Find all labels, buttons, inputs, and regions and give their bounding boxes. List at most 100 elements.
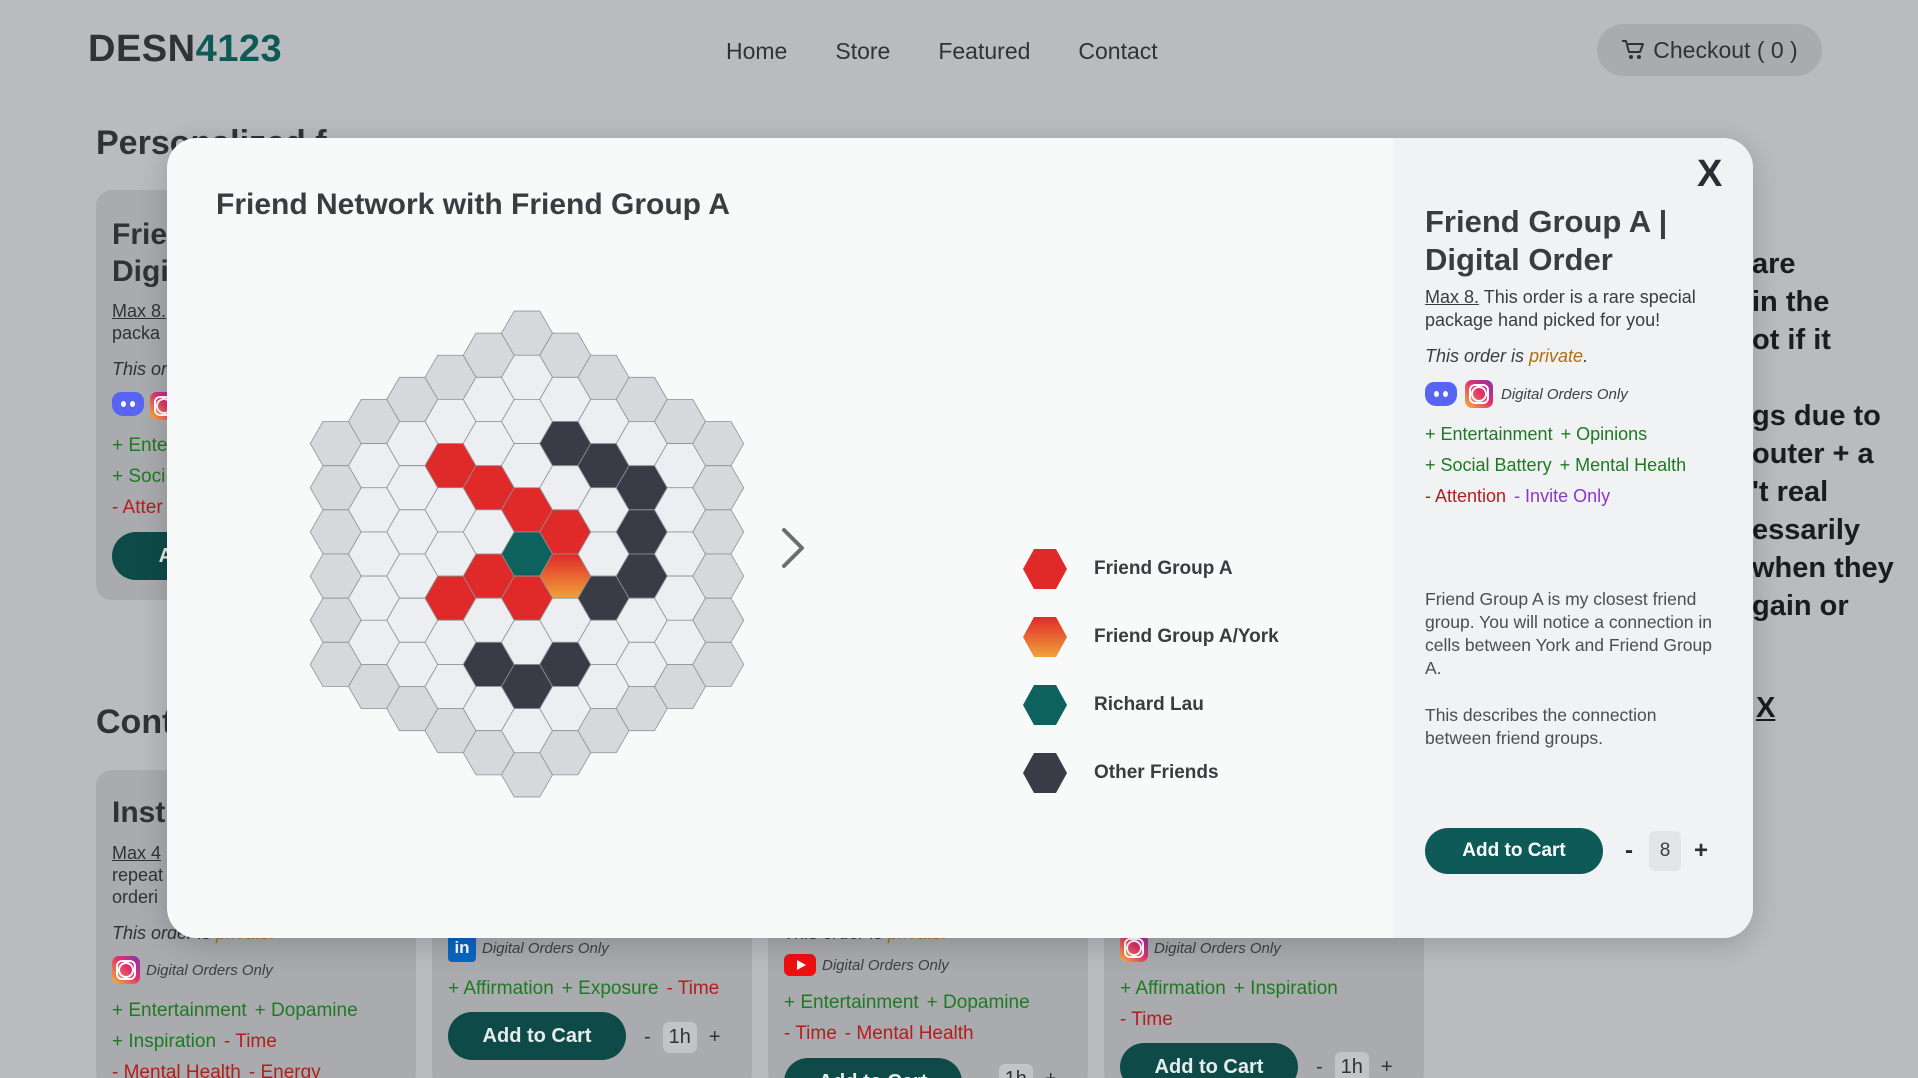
legend-item: Friend Group A — [1022, 548, 1322, 590]
nav-link-home[interactable]: Home — [726, 38, 787, 65]
nav-links: Home Store Featured Contact — [726, 38, 1158, 65]
tag-row: + Affirmation + Exposure - Time — [448, 978, 727, 1000]
tag: + Social Battery — [1425, 455, 1552, 475]
checkout-button[interactable]: Checkout ( 0 ) — [1597, 24, 1822, 76]
digital-row: Digital Orders Only — [1120, 934, 1281, 962]
decrement-button[interactable]: - — [1621, 837, 1637, 865]
tag: - Time — [666, 978, 720, 999]
legend-swatch-other-friends — [1023, 753, 1067, 793]
instagram-icon — [1120, 934, 1148, 962]
bg-text-line: when they — [1752, 552, 1894, 584]
linkedin-icon: in — [448, 934, 476, 962]
tag: - Energy — [248, 1062, 321, 1078]
bg-text-line: in the — [1752, 286, 1830, 318]
checkout-label: Checkout ( 0 ) — [1653, 36, 1798, 63]
private-prefix: This order is — [1425, 346, 1530, 366]
quantity-value: 1h — [998, 1064, 1033, 1078]
tag: - Mental Health — [112, 1062, 241, 1078]
quantity-stepper: - 8 + — [1621, 828, 1709, 874]
max-label: Max 8. — [1425, 287, 1480, 307]
tag: + Exposure — [561, 978, 659, 999]
card-title: Inst — [112, 796, 166, 829]
add-to-cart-button[interactable]: Add to Cart — [1425, 828, 1603, 874]
nav-link-contact[interactable]: Contact — [1078, 38, 1157, 65]
instagram-icon — [112, 956, 140, 984]
quantity-stepper[interactable]: -1h + — [644, 1022, 721, 1053]
hex-network-graph — [309, 310, 745, 798]
decrement-button[interactable]: - — [1316, 1056, 1323, 1078]
increment-button[interactable]: + — [1045, 1068, 1057, 1078]
tag: - Time — [784, 1023, 837, 1044]
card-desc: orderi — [112, 887, 159, 907]
product-max: Max 8. This order is a rare special pack… — [1425, 286, 1725, 332]
discord-icon — [1425, 382, 1457, 406]
card-desc: repeat — [112, 865, 164, 885]
bg-text-line: are — [1752, 248, 1796, 280]
tag: + Mental Health — [1559, 455, 1687, 475]
tag: + Opinions — [1560, 424, 1648, 444]
add-to-cart-button[interactable]: Add to Cart — [784, 1058, 962, 1078]
digital-row: in Digital Orders Only — [448, 934, 609, 962]
card-tag: - Atter — [112, 497, 163, 518]
digital-label: Digital Orders Only — [1154, 939, 1281, 957]
quantity-stepper[interactable]: - 1h + — [980, 1064, 1057, 1078]
increment-button[interactable]: + — [1381, 1056, 1393, 1078]
quantity-value: 1h — [1334, 1052, 1369, 1078]
nav-link-store[interactable]: Store — [835, 38, 890, 65]
add-to-cart-button[interactable]: Add to Cart — [448, 1012, 626, 1060]
legend-label: Richard Lau — [1094, 694, 1204, 715]
digital-label: Digital Orders Only — [1501, 385, 1628, 403]
tag-row: + Inspiration - Time — [112, 1031, 285, 1053]
legend-swatch-richard-lau — [1023, 685, 1067, 725]
card-max: Max 4 — [112, 843, 162, 863]
card-tag: + Soci — [112, 466, 166, 487]
private-note: This order is private. — [1425, 346, 1588, 367]
tag-row: - Attention - Invite Only — [1425, 486, 1618, 507]
tag-row: - Time — [1120, 1009, 1181, 1031]
product-modal: Friend Network with Friend Group A Frien… — [167, 138, 1753, 938]
tag: + Dopamine — [926, 992, 1030, 1013]
digital-label: Digital Orders Only — [146, 961, 273, 979]
tag-row: + Social Battery + Mental Health — [1425, 455, 1694, 476]
tag: + Entertainment — [1425, 424, 1553, 444]
quantity-stepper[interactable]: -1h + — [1316, 1052, 1393, 1078]
legend-item: Other Friends — [1022, 752, 1322, 794]
private-word: private — [1529, 346, 1584, 366]
close-button[interactable]: X — [1697, 153, 1722, 196]
tag: - Attention — [1425, 486, 1507, 506]
tag-row: + Entertainment + Opinions — [1425, 424, 1655, 445]
bg-text-line: essarily — [1752, 514, 1861, 546]
tag-row: - Mental Health - Energy — [112, 1062, 329, 1078]
decrement-button[interactable]: - — [644, 1026, 651, 1049]
bg-text-line: gain or — [1752, 590, 1849, 622]
modal-visual-panel: Friend Network with Friend Group A Frien… — [167, 138, 1393, 938]
private-suffix: . — [1583, 346, 1589, 366]
digital-label: Digital Orders Only — [482, 939, 609, 957]
card-private: This or — [112, 359, 168, 379]
tag-row: + Entertainment + Dopamine — [112, 1000, 366, 1022]
increment-button[interactable]: + — [709, 1026, 721, 1049]
chevron-right-icon[interactable] — [772, 518, 812, 578]
modal-title: Friend Network with Friend Group A — [216, 188, 730, 221]
quantity-value[interactable]: 8 — [1649, 831, 1681, 871]
instagram-icon — [1465, 380, 1493, 408]
tag: - Time — [224, 1031, 277, 1052]
discord-icon — [112, 392, 144, 416]
tag: + Affirmation — [448, 978, 554, 999]
add-to-cart-button[interactable]: Add to Cart — [1120, 1043, 1298, 1078]
quantity-value: 1h — [662, 1022, 697, 1053]
legend-item: Friend Group A/York — [1022, 616, 1322, 658]
bg-text-line: ot if it — [1752, 324, 1831, 356]
increment-button[interactable]: + — [1693, 837, 1709, 865]
youtube-icon — [784, 954, 816, 976]
bg-close-link[interactable]: X — [1756, 692, 1775, 725]
logo[interactable]: DESN4123 — [88, 28, 282, 71]
legend-label: Other Friends — [1094, 762, 1219, 783]
logo-text: DESN — [88, 28, 196, 70]
legend-label: Friend Group A — [1094, 558, 1233, 579]
product-description-secondary: This describes the connection between fr… — [1425, 705, 1657, 748]
decrement-button[interactable]: - — [980, 1068, 987, 1078]
tag: - Invite Only — [1514, 486, 1611, 506]
legend-item: Richard Lau — [1022, 684, 1322, 726]
nav-link-featured[interactable]: Featured — [938, 38, 1030, 65]
